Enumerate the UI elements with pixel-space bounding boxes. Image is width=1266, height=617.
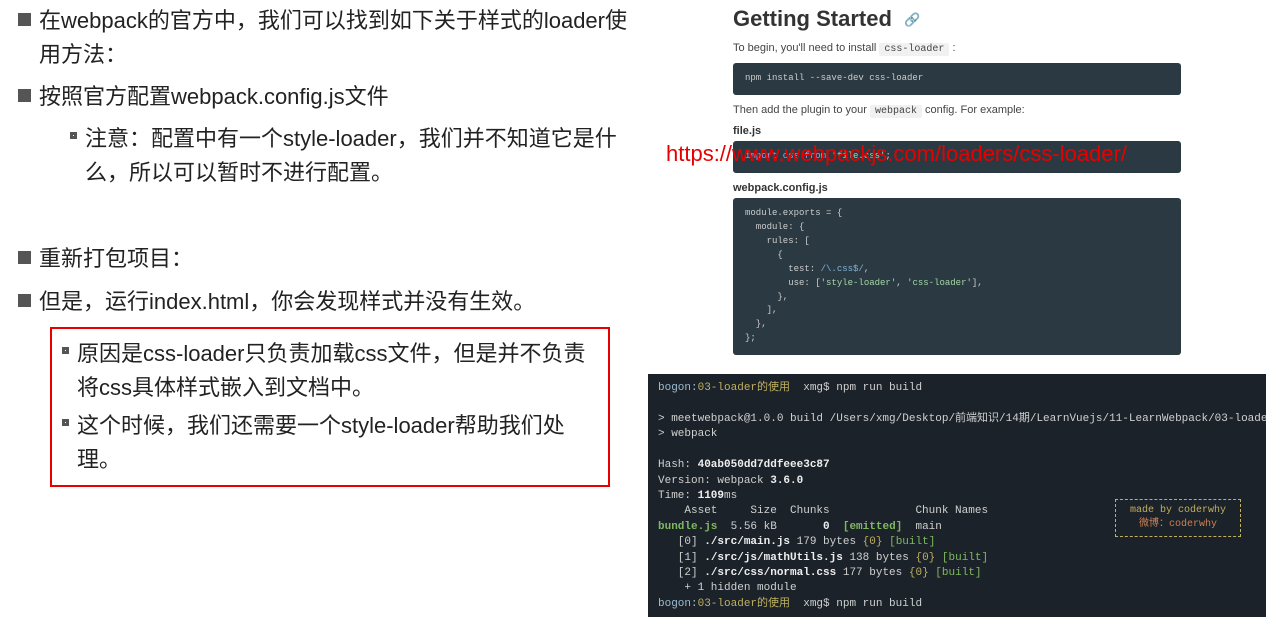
bullet-hollow-icon [62,347,69,354]
bullet-text: 按照官方配置webpack.config.js文件 [39,80,389,114]
config-code: module.exports = { module: { rules: [ { … [733,198,1181,355]
watermark-l2: 微博：coderwhy [1130,518,1226,532]
right-panel: Getting Started 🔗 To begin, you'll need … [648,0,1266,617]
bullet-text: 原因是css-loader只负责加载css文件，但是并不负责将css具体样式嵌入… [77,337,598,405]
url-overlay: https://www.webpackjs.com/loaders/css-lo… [666,141,1127,167]
left-instructions: 在webpack的官方中，我们可以找到如下关于样式的loader使用方法： 按照… [0,0,640,487]
doc-paragraph: Then add the plugin to your webpack conf… [733,104,1181,117]
bullet-text: 重新打包项目： [39,242,193,276]
bullet-icon [18,251,31,264]
bullet-text: 注意：配置中有一个style-loader，我们并不知道它是什么，所以可以暂时不… [85,122,640,190]
bullet-hollow-icon [62,419,69,426]
heading-text: Getting Started [733,6,892,31]
bullet-text: 这个时候，我们还需要一个style-loader帮助我们处理。 [77,409,598,477]
shell-code: npm install --save-dev css-loader [733,63,1181,95]
doc-snippet: Getting Started 🔗 To begin, you'll need … [648,0,1266,374]
bullet-icon [18,89,31,102]
bullet-item: 注意：配置中有一个style-loader，我们并不知道它是什么，所以可以暂时不… [0,122,640,190]
inline-code: css-loader [879,43,949,56]
file-label: webpack.config.js [733,182,1181,194]
inline-code: webpack [870,105,922,118]
bullet-item: 但是，运行index.html，你会发现样式并没有生效。 [0,285,640,319]
link-icon: 🔗 [904,12,920,27]
bullet-item: 这个时候，我们还需要一个style-loader帮助我们处理。 [62,409,598,477]
doc-heading: Getting Started 🔗 [733,6,1181,32]
bullet-item: 原因是css-loader只负责加载css文件，但是并不负责将css具体样式嵌入… [62,337,598,405]
highlighted-box: 原因是css-loader只负责加载css文件，但是并不负责将css具体样式嵌入… [50,327,610,487]
bullet-icon [18,13,31,26]
bullet-item: 按照官方配置webpack.config.js文件 [0,80,640,114]
watermark-box: made by coderwhy微博：coderwhy [1115,499,1241,537]
terminal-output: bogon:03-loader的使用 xmg$ npm run build > … [648,374,1266,617]
bullet-text: 但是，运行index.html，你会发现样式并没有生效。 [39,285,535,319]
bullet-item: 在webpack的官方中，我们可以找到如下关于样式的loader使用方法： [0,4,640,72]
bullet-icon [18,294,31,307]
file-label: file.js [733,125,1181,137]
bullet-text: 在webpack的官方中，我们可以找到如下关于样式的loader使用方法： [39,4,640,72]
doc-paragraph: To begin, you'll need to install css-loa… [733,42,1181,55]
bullet-hollow-icon [70,132,77,139]
bullet-item: 重新打包项目： [0,242,640,276]
watermark-l1: made by coderwhy [1130,504,1226,518]
